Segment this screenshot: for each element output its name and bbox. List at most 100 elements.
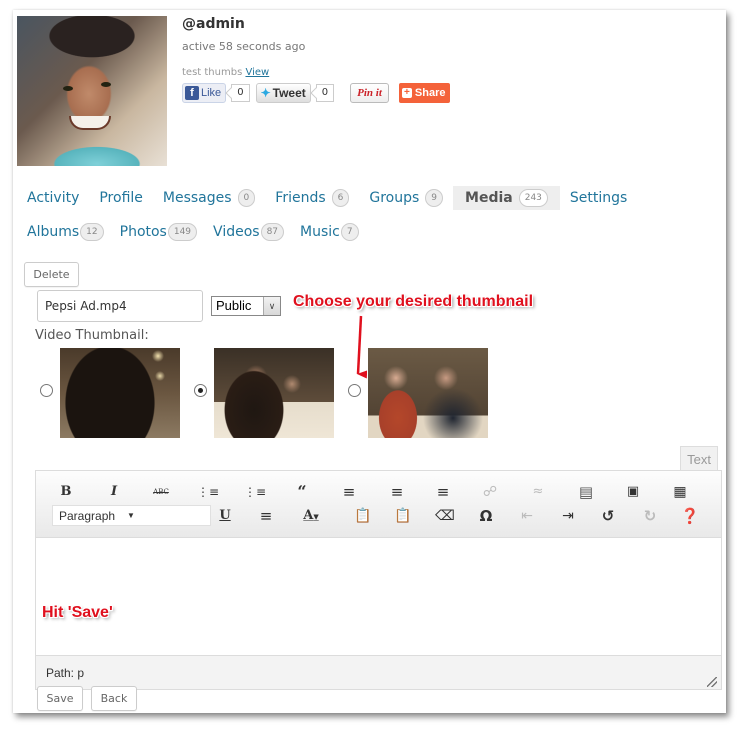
facebook-icon: f [185, 86, 199, 100]
subnav-music[interactable]: Music 7 [300, 220, 359, 244]
nav-messages[interactable]: Messages 0 [162, 186, 256, 210]
count-badge: 12 [80, 223, 104, 241]
tweet-count: 0 [315, 84, 335, 102]
privacy-selected-value: Public [216, 298, 252, 313]
remove-link-icon[interactable]: ≈ [527, 481, 549, 503]
bold-icon[interactable]: B [55, 481, 77, 503]
tweet-button[interactable]: ✦ Tweet [255, 83, 311, 103]
save-button[interactable]: Save [37, 686, 83, 711]
thumbnail-image-2[interactable] [214, 348, 334, 438]
primary-nav: Activity Profile Messages 0 Friends 6 Grou… [27, 186, 647, 210]
align-right-icon[interactable]: ≡ [432, 481, 454, 503]
align-left-icon[interactable]: ≡ [338, 481, 360, 503]
thumbnail-radio-2[interactable] [194, 384, 207, 397]
format-selected-value: Paragraph [59, 509, 116, 523]
format-select[interactable]: Paragraph ▼ [52, 505, 211, 526]
social-share-bar: f Like 0 ✦ Tweet 0 Pin it + Share [182, 83, 451, 103]
blockquote-icon[interactable]: “ [291, 481, 313, 503]
media-subnav: Albums 12 Photos 149 Videos 87 Music 7 [27, 220, 375, 244]
clear-formatting-icon[interactable]: ⌫ [434, 505, 456, 527]
resize-handle[interactable] [707, 677, 717, 687]
latest-update: test thumbs View [182, 67, 269, 78]
count-badge: 149 [167, 223, 198, 241]
help-icon[interactable]: ❓ [679, 505, 701, 527]
tab-text[interactable]: Text [680, 446, 718, 471]
nav-groups[interactable]: Groups 9 [369, 186, 444, 210]
plus-icon: + [401, 88, 412, 98]
align-center-icon[interactable]: ≡ [386, 481, 408, 503]
privacy-select[interactable]: Public ∨ [211, 296, 281, 316]
nav-label: Friends [275, 190, 326, 206]
facebook-like-label: Like [201, 87, 222, 99]
thumbnail-radio-3[interactable] [348, 384, 361, 397]
avatar-eye [101, 82, 111, 87]
thumbnail-image-1[interactable] [60, 348, 180, 438]
paste-from-word-icon[interactable]: 📋 [392, 505, 414, 527]
editor-toolbar: B I ABC ⋮≡ ⋮≡ “ ≡ ≡ ≡ ☍ ≈ ▤ ▣ ▦ Paragrap… [36, 471, 721, 538]
nav-label: Albums [27, 224, 80, 240]
toolbar-toggle-icon[interactable]: ▦ [669, 481, 691, 503]
thumbnail-radio-1[interactable] [40, 384, 53, 397]
thumbnail-image-3[interactable] [368, 348, 488, 438]
italic-icon[interactable]: I [103, 481, 125, 503]
nav-label: Activity [27, 190, 80, 206]
nav-label: Music [300, 224, 340, 240]
back-button[interactable]: Back [91, 686, 137, 711]
nav-settings[interactable]: Settings [570, 186, 627, 210]
delete-button[interactable]: Delete [24, 262, 79, 287]
avatar-eye [63, 86, 73, 91]
fullscreen-icon[interactable]: ▣ [622, 481, 644, 503]
media-title-input[interactable]: Pepsi Ad.mp4 [37, 290, 203, 322]
nav-profile[interactable]: Profile [99, 186, 143, 210]
insert-more-icon[interactable]: ▤ [575, 481, 597, 503]
facebook-like-button[interactable]: f Like [182, 83, 227, 103]
editor-content-area[interactable] [36, 538, 721, 655]
outdent-icon[interactable]: ⇤ [516, 505, 538, 527]
share-button[interactable]: + Share [398, 83, 451, 103]
nav-label: Profile [99, 190, 143, 206]
numbered-list-icon[interactable]: ⋮≡ [244, 481, 266, 503]
nav-activity[interactable]: Activity [27, 186, 79, 210]
indent-icon[interactable]: ⇥ [557, 505, 579, 527]
nav-label: Messages [162, 190, 232, 206]
text-color-icon[interactable]: A▼ [297, 505, 325, 527]
underline-icon[interactable]: U [214, 505, 236, 527]
nav-friends[interactable]: Friends 6 [275, 186, 350, 210]
justify-icon[interactable]: ≡ [255, 505, 277, 527]
view-link[interactable]: View [245, 67, 269, 78]
latest-update-text: test thumbs [182, 67, 243, 78]
arrow-to-thumbnail-radio [356, 315, 368, 379]
caret-down-icon: ▼ [127, 511, 135, 520]
paste-as-text-icon[interactable]: 📋 [352, 505, 374, 527]
avatar[interactable] [17, 16, 167, 166]
element-path: Path: p [46, 666, 85, 680]
pinterest-pin-button[interactable]: Pin it [350, 83, 389, 103]
special-character-icon[interactable]: Ω [475, 505, 497, 527]
nav-label: Videos [213, 224, 260, 240]
subnav-photos[interactable]: Photos 149 [119, 220, 198, 244]
rich-text-editor: B I ABC ⋮≡ ⋮≡ “ ≡ ≡ ≡ ☍ ≈ ▤ ▣ ▦ Paragrap… [35, 470, 722, 690]
nav-label: Groups [369, 190, 420, 206]
subnav-videos[interactable]: Videos 87 [213, 220, 285, 244]
strikethrough-icon[interactable]: ABC [150, 481, 172, 503]
subnav-albums[interactable]: Albums 12 [27, 220, 104, 244]
nav-label: Settings [569, 190, 628, 206]
insert-link-icon[interactable]: ☍ [479, 481, 501, 503]
undo-icon[interactable]: ↺ [597, 505, 619, 527]
nav-media[interactable]: Media 243 [453, 186, 560, 210]
chevron-down-icon: ∨ [263, 297, 280, 315]
redo-icon[interactable]: ↻ [639, 505, 661, 527]
twitter-bird-icon: ✦ [260, 86, 271, 100]
editor-mode-tabs: Visual Text [675, 446, 718, 471]
profile-card: @admin active 58 seconds ago test thumbs… [13, 10, 726, 713]
activity-status: active 58 seconds ago [182, 40, 306, 53]
count-badge: 243 [518, 189, 548, 207]
bullet-list-icon[interactable]: ⋮≡ [197, 481, 219, 503]
facebook-like-count: 0 [231, 84, 250, 102]
tweet-label: Tweet [272, 86, 306, 100]
share-label: Share [414, 87, 446, 99]
annotation-arrows [58, 315, 368, 693]
nav-label: Photos [119, 224, 167, 240]
video-thumbnail-label: Video Thumbnail: [35, 328, 149, 343]
username: @admin [182, 16, 245, 32]
